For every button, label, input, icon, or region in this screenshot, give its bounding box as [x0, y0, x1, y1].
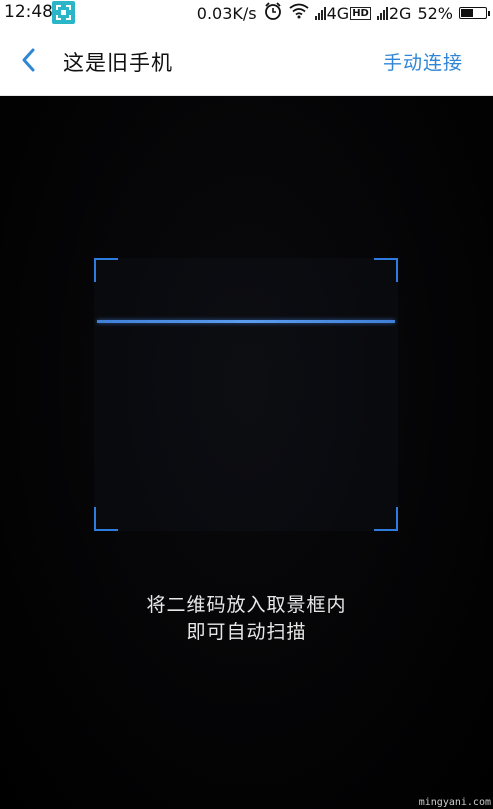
- scan-frame-corner-top-right: [374, 258, 398, 282]
- watermark: mingyani.com: [418, 797, 491, 808]
- scan-frame: [94, 258, 398, 531]
- chevron-left-icon: [22, 48, 35, 72]
- back-button[interactable]: [14, 45, 44, 75]
- hd-label: HD: [350, 6, 371, 20]
- battery-percent: 52%: [417, 3, 453, 23]
- status-bar: 12:48 0.03K/s 4G HD 2G 52%: [0, 0, 493, 25]
- wifi-icon: [289, 3, 309, 23]
- status-time: 12:48: [4, 2, 53, 22]
- status-right-group: 0.03K/s 4G HD 2G 52%: [196, 1, 490, 25]
- scan-hint: 将二维码放入取景框内 即可自动扫描: [0, 592, 493, 646]
- page-title: 这是旧手机: [63, 51, 173, 75]
- signal-4g-group: 4G HD: [314, 3, 371, 23]
- battery-fill: [461, 9, 473, 17]
- screenshot-icon: [52, 1, 75, 24]
- scan-hint-line-1: 将二维码放入取景框内: [146, 594, 347, 616]
- network-4g-label: 4G: [326, 3, 350, 23]
- scan-frame-corner-bottom-left: [94, 507, 118, 531]
- signal-2g-group: 2G: [376, 3, 412, 23]
- scan-line: [97, 320, 395, 323]
- manual-connect-button[interactable]: 手动连接: [383, 48, 463, 75]
- signal-icon: [314, 6, 326, 20]
- header: 这是旧手机 手动连接: [0, 25, 493, 96]
- scan-frame-corner-top-left: [94, 258, 118, 282]
- scan-frame-corner-bottom-right: [374, 507, 398, 531]
- battery-icon: [459, 7, 490, 19]
- screen: 12:48 0.03K/s 4G HD 2G 52% 这是旧手机 手动连接 将二…: [0, 0, 493, 809]
- scan-hint-line-2: 即可自动扫描: [186, 621, 307, 643]
- network-2g-label: 2G: [388, 3, 412, 23]
- alarm-clock-icon: [263, 1, 283, 25]
- signal-icon: [376, 6, 388, 20]
- network-speed: 0.03K/s: [196, 3, 257, 23]
